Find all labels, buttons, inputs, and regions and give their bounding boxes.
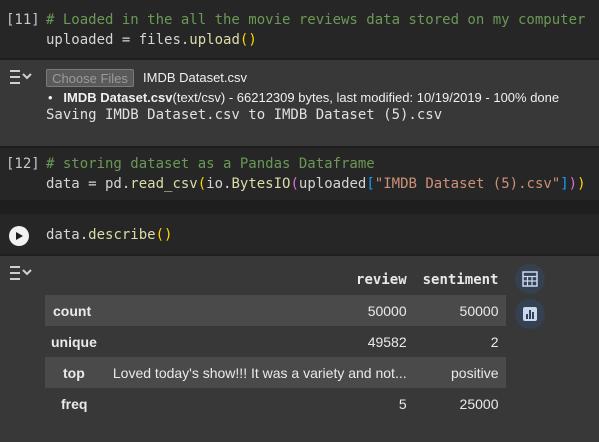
table-cell: positive (451, 364, 499, 381)
code-line: uploaded = files.upload() (46, 32, 257, 48)
code-paren: ( (155, 227, 165, 243)
code-cell-3[interactable]: data.describe() (0, 214, 599, 254)
dataframe-table: review sentiment count 50000 50000 uniqu… (45, 264, 507, 419)
output-toggle-icon (10, 70, 32, 84)
code-string: "IMDB Dataset (5).csv" (374, 176, 561, 192)
code-token: io. (206, 176, 232, 192)
table-row: count 50000 50000 (45, 295, 507, 326)
table-row: freq 5 25000 (45, 388, 506, 419)
table-cell: 25000 (459, 395, 499, 412)
code-function: read_csv (130, 176, 198, 192)
table-cell: Loved today's show!!! It was a variety a… (112, 364, 407, 381)
execution-count: [11] (6, 12, 40, 28)
code-function: describe (88, 227, 156, 243)
bullet: • (48, 90, 64, 105)
table-row: unique 49582 2 (45, 326, 506, 357)
column-header: review (356, 271, 407, 288)
output-toggle-icon[interactable] (8, 68, 32, 88)
output-toggle-icon[interactable] (8, 264, 32, 284)
code-token: data = pd. (46, 176, 131, 192)
chart-icon (523, 307, 537, 321)
saving-message: Saving IMDB Dataset.csv to IMDB Dataset … (46, 107, 443, 123)
table-cell: 5 (398, 395, 407, 412)
code-comment: # storing dataset as a Pandas Dataframe (46, 156, 375, 172)
table-corner (45, 264, 105, 295)
run-cell-button[interactable] (9, 226, 29, 246)
column-header: sentiment (422, 271, 499, 288)
upload-status-item: • IMDB Dataset.csv(text/csv) - 66212309 … (48, 90, 559, 105)
convert-to-table-button[interactable] (515, 264, 545, 294)
code-bracket: ] (560, 176, 569, 192)
code-paren: ( (290, 176, 299, 192)
table-cell: 50000 (459, 302, 499, 319)
selected-file-name: IMDB Dataset.csv (143, 70, 248, 85)
choose-files-button[interactable]: Choose Files (46, 69, 134, 87)
row-header: freq (61, 395, 88, 412)
table-header-row: review sentiment (45, 264, 506, 295)
table-cell: 50000 (367, 302, 407, 319)
row-header: top (63, 364, 85, 381)
row-header: unique (51, 333, 97, 350)
code-line: # storing dataset as a Pandas Dataframe (46, 156, 375, 172)
code-comment: # Loaded in the all the movie reviews da… (46, 12, 586, 28)
code-paren: ( (197, 176, 207, 192)
code-line: data.describe() (46, 227, 172, 243)
code-line: data = pd.read_csv(io.BytesIO(uploaded["… (46, 176, 586, 192)
table-cell: 49582 (367, 333, 407, 350)
table-icon (522, 271, 538, 287)
code-paren: ) (164, 227, 173, 243)
code-paren: ) (577, 176, 586, 192)
code-token: uploaded (46, 32, 114, 48)
table-cell: 2 (490, 333, 499, 350)
upload-file-name: IMDB Dataset.csv (63, 90, 173, 105)
row-header: count (53, 302, 92, 319)
code-token: uploaded (298, 176, 367, 192)
suggest-charts-button[interactable] (515, 299, 545, 329)
code-line: # Loaded in the all the movie reviews da… (46, 12, 585, 28)
code-token: data. (46, 227, 89, 243)
code-cell-2[interactable]: [12] # storing dataset as a Pandas Dataf… (0, 148, 599, 200)
code-bracket: [ (366, 176, 375, 192)
play-icon (16, 232, 23, 240)
code-token: = files. (113, 32, 190, 48)
code-cell-1[interactable]: [11] # Loaded in the all the movie revie… (0, 0, 599, 58)
code-function: upload (189, 32, 240, 48)
table-row: top Loved today's show!!! It was a varie… (45, 357, 507, 388)
upload-details: (text/csv) - 66212309 bytes, last modifi… (172, 90, 560, 105)
code-paren: ) (568, 176, 578, 192)
execution-count: [12] (6, 156, 40, 172)
output-toggle-icon (10, 266, 32, 280)
code-function: BytesIO (231, 176, 291, 192)
code-paren: ) (248, 32, 257, 48)
